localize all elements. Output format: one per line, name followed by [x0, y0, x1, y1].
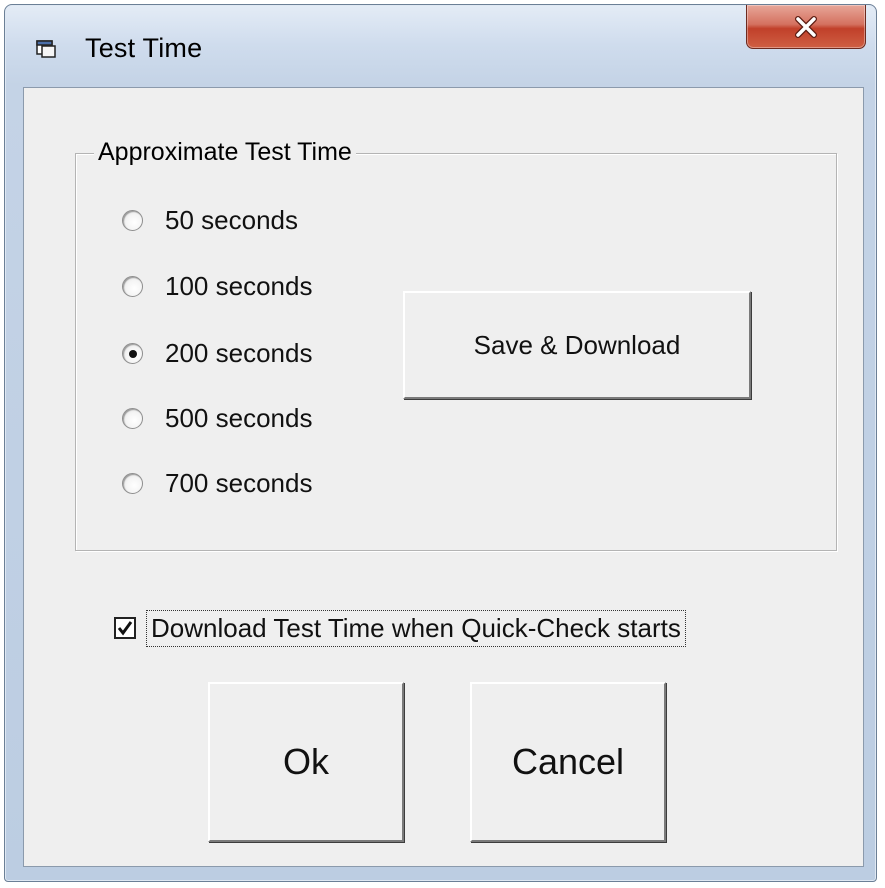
radio-500-seconds[interactable]: 500 seconds: [122, 398, 312, 438]
ok-button[interactable]: Ok: [208, 682, 404, 842]
cancel-button[interactable]: Cancel: [470, 682, 666, 842]
close-button[interactable]: [746, 5, 866, 49]
save-download-button[interactable]: Save & Download: [403, 291, 751, 399]
checkbox-label: Download Test Time when Quick-Check star…: [146, 609, 686, 647]
radio-label: 200 seconds: [165, 337, 313, 368]
radio-button[interactable]: [122, 275, 143, 297]
radio-label: 100 seconds: [165, 270, 313, 301]
radio-200-seconds[interactable]: 200 seconds: [122, 333, 312, 373]
groupbox-legend: Approximate Test Time: [94, 138, 356, 167]
title-bar[interactable]: Test Time: [5, 5, 876, 87]
radio-100-seconds[interactable]: 100 seconds: [122, 266, 312, 306]
radio-label: 50 seconds: [165, 204, 298, 235]
dialog-client-area: Approximate Test Time 50 seconds 100 sec…: [23, 87, 864, 867]
radio-button[interactable]: [122, 342, 143, 364]
radio-700-seconds[interactable]: 700 seconds: [122, 463, 312, 503]
radio-label: 500 seconds: [165, 402, 313, 433]
dialog-window: Test Time Approximate Test Time 50 secon…: [4, 4, 877, 882]
radio-50-seconds[interactable]: 50 seconds: [122, 200, 298, 240]
radio-selected-dot: [129, 349, 137, 358]
radio-button[interactable]: [122, 472, 143, 494]
checkbox[interactable]: [114, 617, 136, 639]
window-title: Test Time: [85, 33, 203, 63]
radio-button[interactable]: [122, 209, 143, 231]
window-icon: [35, 37, 57, 59]
radio-button[interactable]: [122, 407, 143, 429]
radio-label: 700 seconds: [165, 467, 313, 498]
close-icon: [793, 15, 819, 38]
download-on-quickcheck-checkbox[interactable]: Download Test Time when Quick-Check star…: [114, 606, 686, 650]
